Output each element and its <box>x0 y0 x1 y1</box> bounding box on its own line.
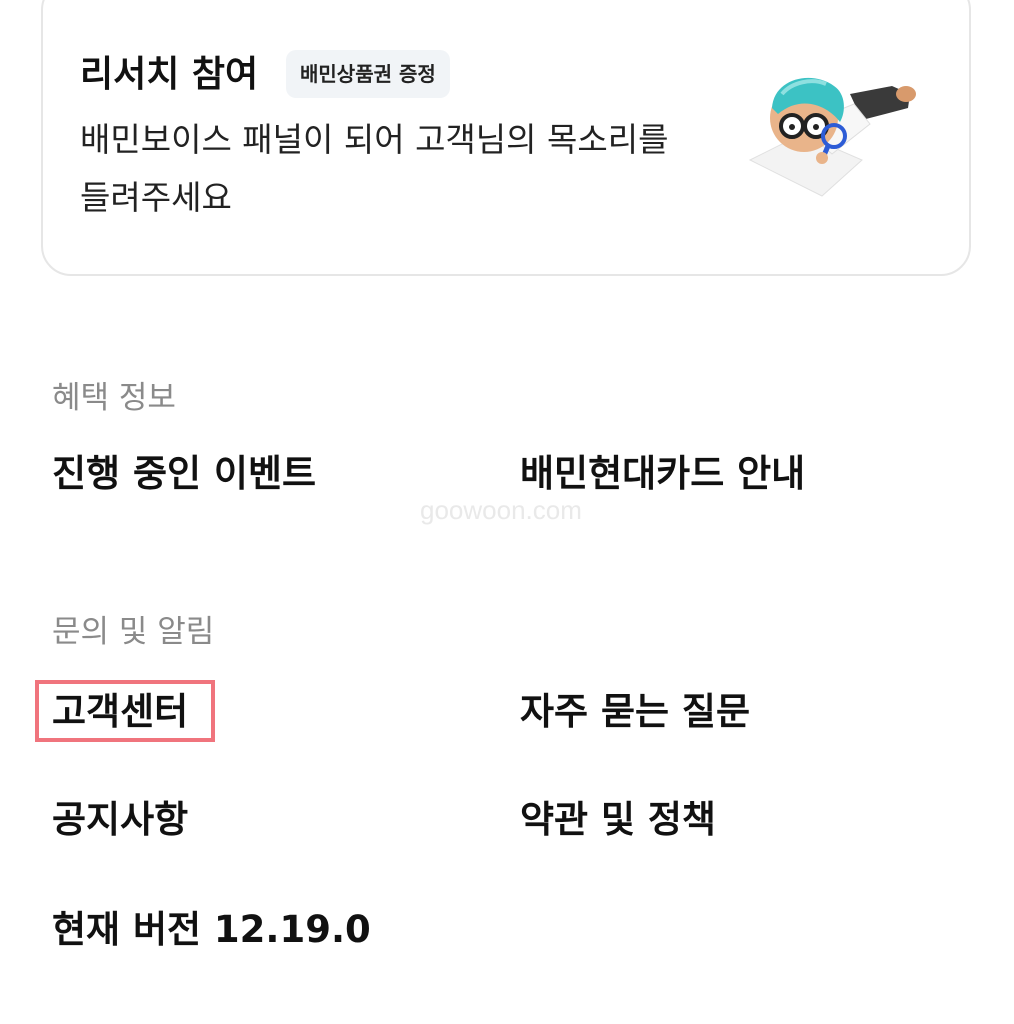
menu-item-customer-center[interactable]: 고객센터 <box>52 686 188 738</box>
app-version-label: 현재 버전 12.19.0 <box>52 908 371 951</box>
watermark-text: goowoon.com <box>420 495 582 525</box>
menu-item-faq[interactable]: 자주 묻는 질문 <box>520 686 750 738</box>
research-card-description-line2: 들려주세요 <box>80 178 232 217</box>
section-title-benefits: 혜택 정보 <box>52 380 176 416</box>
menu-item-notices[interactable]: 공지사항 <box>52 794 188 846</box>
research-card-description-line1: 배민보이스 패널이 되어 고객님의 목소리를 <box>80 120 669 159</box>
menu-item-ongoing-events[interactable]: 진행 중인 이벤트 <box>52 448 316 500</box>
research-card-title: 리서치 참여 <box>80 54 259 95</box>
research-card-badge: 배민상품권 증정 <box>286 50 450 98</box>
menu-item-hyundai-card-guide[interactable]: 배민현대카드 안내 <box>520 448 805 500</box>
section-title-support: 문의 및 알림 <box>52 614 215 650</box>
menu-item-terms-policies[interactable]: 약관 및 정책 <box>520 794 716 846</box>
researcher-character-illustration <box>748 77 916 197</box>
